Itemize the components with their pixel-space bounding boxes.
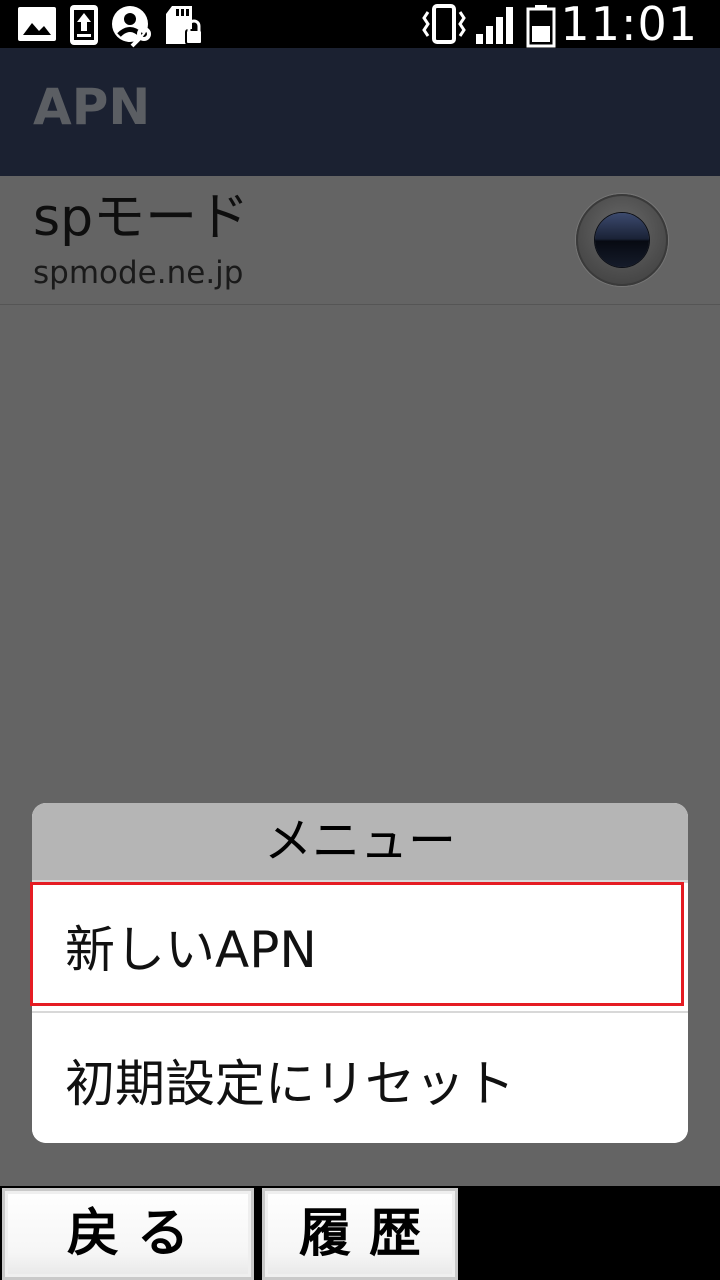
menu-item-new-apn[interactable]: 新しいAPN bbox=[32, 883, 688, 1011]
battery-icon bbox=[526, 5, 556, 48]
apn-name: spモード bbox=[33, 188, 250, 248]
menu-item-label: 初期設定にリセット bbox=[65, 1055, 515, 1113]
menu-dialog: メニュー 新しいAPN 初期設定にリセット bbox=[32, 803, 688, 1143]
vibrate-icon bbox=[422, 4, 466, 44]
history-button[interactable]: 履歴 bbox=[262, 1188, 458, 1280]
apn-radio-button[interactable] bbox=[576, 194, 668, 286]
upload-icon bbox=[70, 5, 98, 45]
dialog-title: メニュー bbox=[32, 803, 688, 880]
apn-list-item[interactable]: spモード spmode.ne.jp bbox=[0, 176, 720, 305]
bottom-bar: 戻る 履歴 bbox=[0, 1186, 720, 1280]
back-button[interactable]: 戻る bbox=[2, 1188, 254, 1280]
status-time: 11:01 bbox=[560, 0, 698, 51]
menu-item-reset-defaults[interactable]: 初期設定にリセット bbox=[32, 1013, 688, 1143]
signal-icon bbox=[476, 7, 513, 44]
radio-selected-indicator bbox=[595, 213, 649, 267]
user-key-icon bbox=[112, 6, 151, 48]
apn-address: spmode.ne.jp bbox=[33, 255, 244, 291]
menu-item-label: 新しいAPN bbox=[65, 921, 317, 979]
status-bar: 11:01 bbox=[0, 0, 720, 48]
sd-card-lock-icon bbox=[166, 6, 203, 45]
page-title: APN bbox=[33, 78, 151, 136]
image-icon bbox=[18, 7, 56, 41]
